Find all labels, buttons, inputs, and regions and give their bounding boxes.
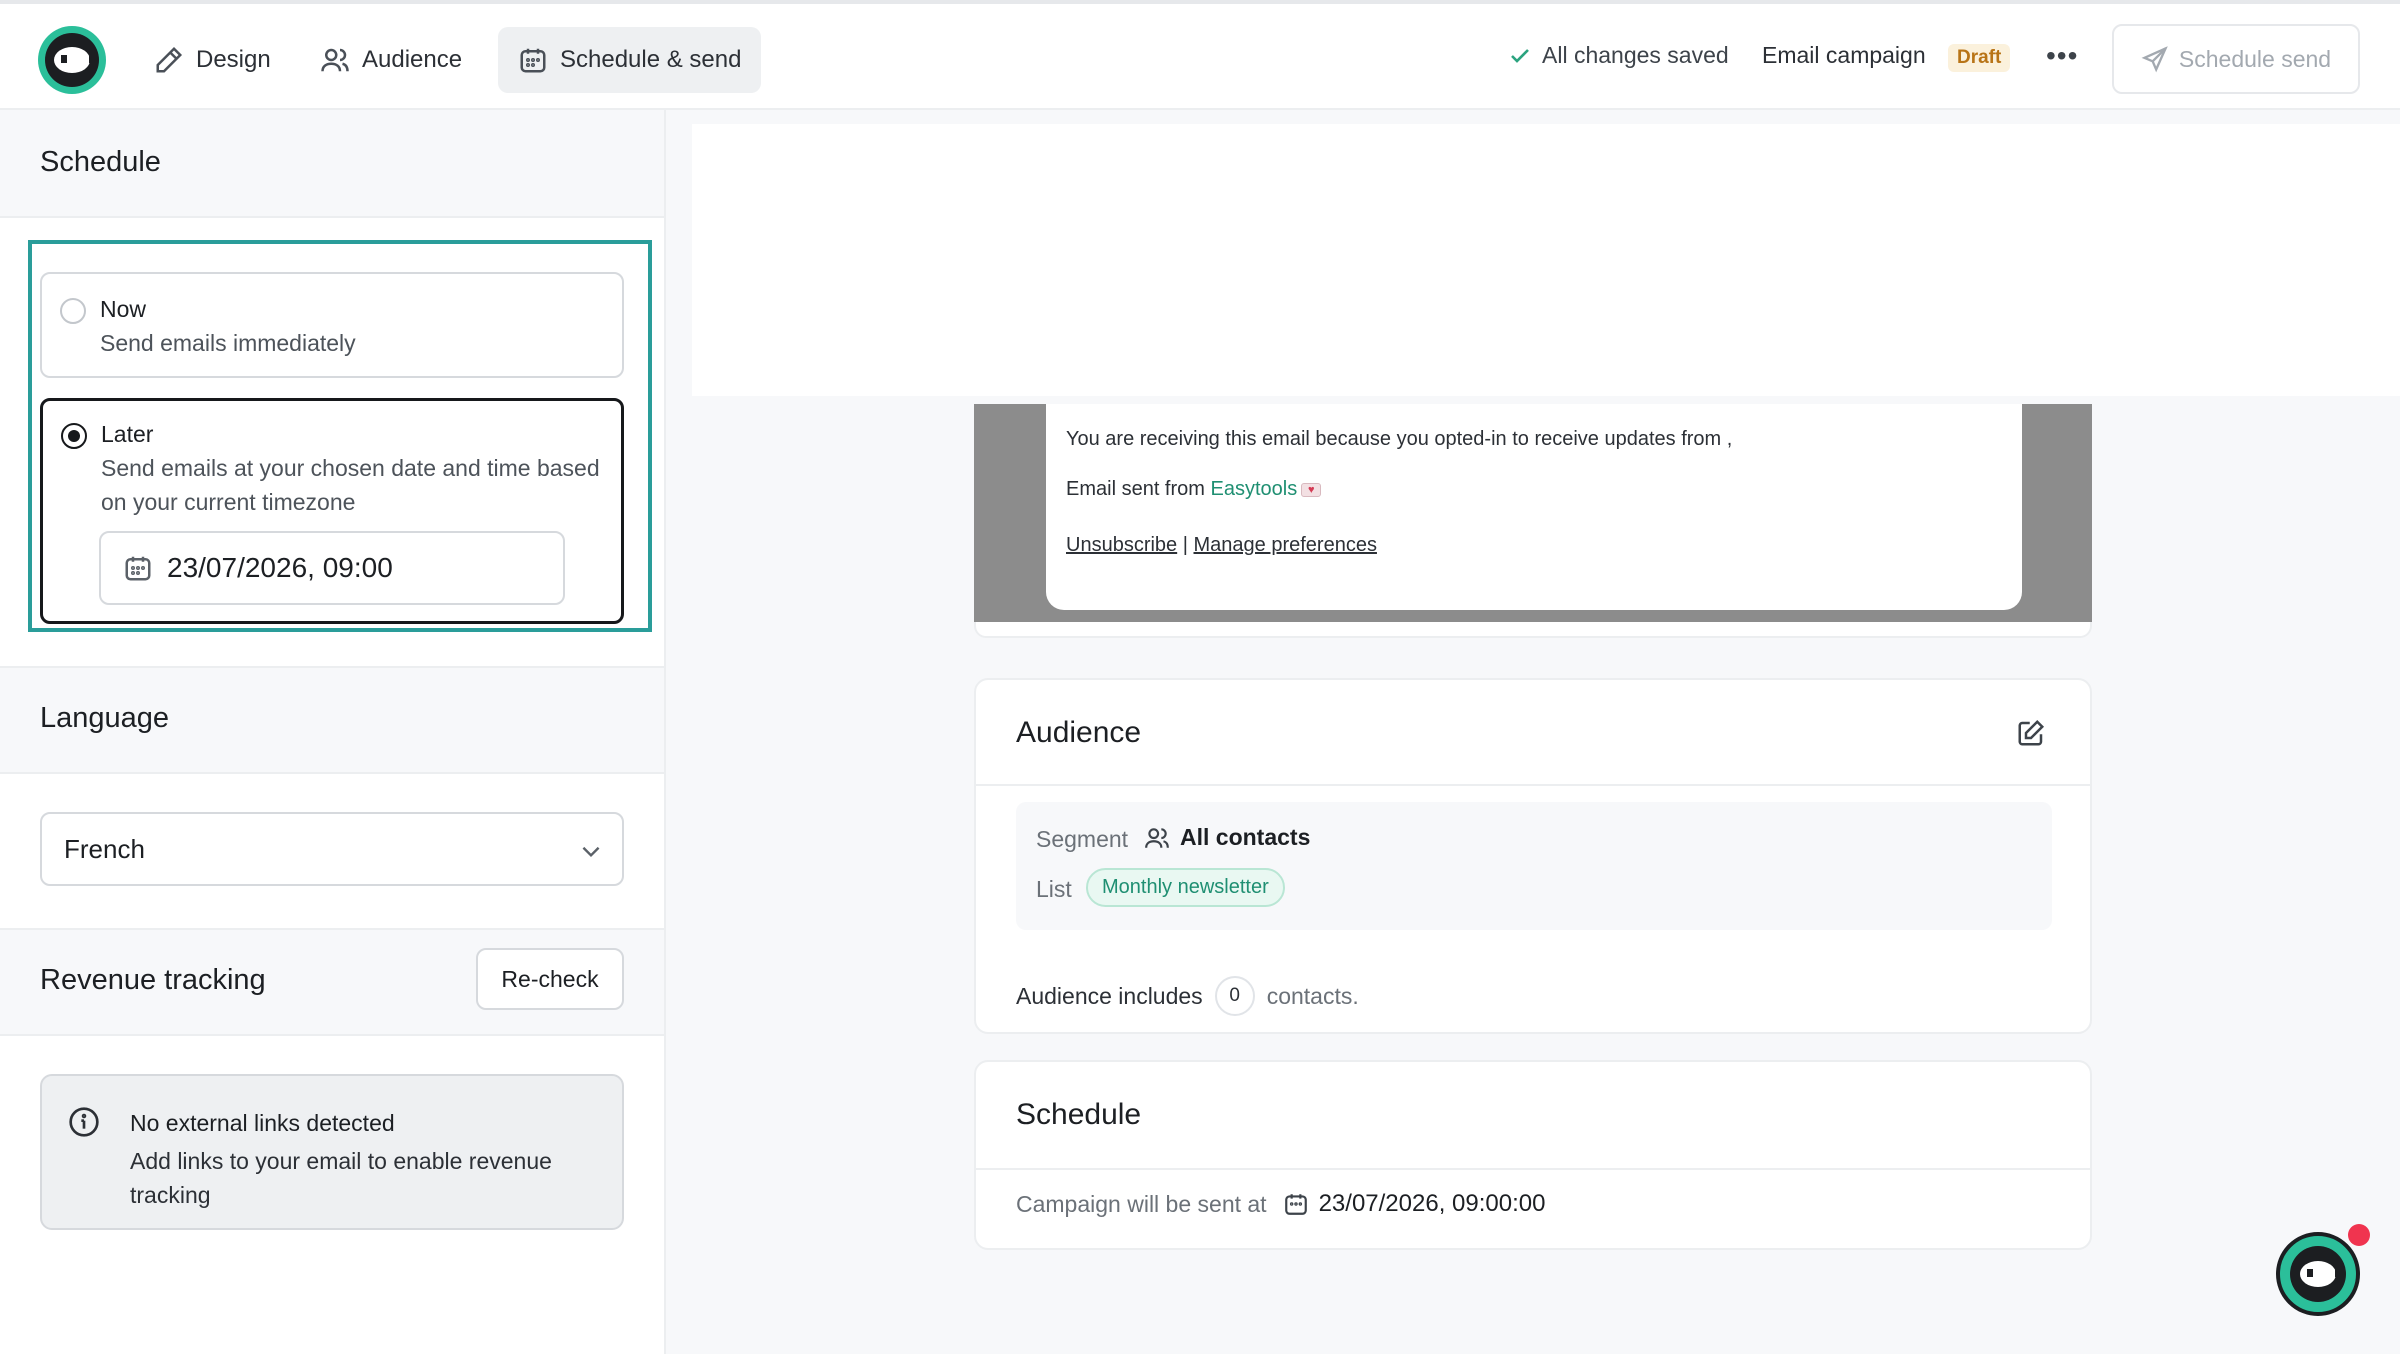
segment-value: All contacts [1144,824,1310,851]
audience-includes-prefix: Audience includes [1016,982,1203,1009]
send-icon [2141,46,2168,73]
envelope-heart-icon: ♥ [1301,482,1322,497]
logo-icon[interactable] [38,26,106,94]
calendar-icon [520,48,546,73]
audience-count-badge: 0 [1214,976,1255,1016]
schedule-card: Schedule Campaign will be sent at 23/07/… [974,1060,2092,1250]
schedule-section-header: Schedule [0,110,664,218]
audience-card-title: Audience [1016,716,1142,749]
revenue-info-box: No external links detected Add links to … [40,1074,624,1230]
option-later-description: Send emails at your chosen date and time… [101,455,600,515]
save-status-text: All changes saved [1542,42,1729,68]
schedule-sent-at-line: Campaign will be sent at 23/07/2026, 09:… [1016,1190,1545,1218]
radio-now[interactable] [60,298,86,324]
schedule-send-label: Schedule send [2178,45,2332,72]
notification-dot [2348,1224,2370,1246]
unsubscribe-link[interactable]: Unsubscribe [1066,534,1177,556]
option-later-title: Later [101,421,154,447]
recheck-button[interactable]: Re-check [476,948,624,1010]
calendar-icon [1284,1194,1307,1215]
save-status: All changes saved [1508,42,1729,69]
sent-at-label: Campaign will be sent at [1016,1190,1267,1217]
email-links: Unsubscribe | Manage preferences [1066,534,1377,557]
email-footer-card: You are receiving this email because you… [1046,404,2022,610]
schedule-option-now[interactable]: Now Send emails immediately [40,272,624,378]
segment-box: Segment All contacts List Monthly newsle… [1016,802,2052,930]
preview-bottom-edge [974,622,2092,638]
chevron-down-icon [582,846,600,858]
schedule-card-header: Schedule [976,1062,2090,1170]
tab-schedule-send[interactable]: Schedule & send [498,27,762,93]
audience-includes-suffix: contacts. [1266,982,1359,1009]
segment-label: Segment [1036,826,1129,852]
schedule-send-button[interactable]: Schedule send [2112,24,2360,94]
tab-audience-label: Audience [362,46,463,73]
datetime-value: 23/07/2026, 09:00 [167,552,393,583]
more-options-button[interactable]: ••• [2046,40,2078,72]
email-preview-footer: You are receiving this email because you… [974,404,2092,622]
users-icon [321,48,349,72]
tab-design[interactable]: Design [134,27,291,93]
check-icon [1511,48,1529,63]
datetime-picker[interactable]: 23/07/2026, 09:00 [99,531,565,605]
status-badge: Draft [1948,44,2011,72]
tab-design-label: Design [196,46,271,73]
list-tag: Monthly newsletter [1086,868,1285,907]
link-separator: | [1182,534,1188,556]
language-selected-value: French [64,833,145,864]
sent-from-prefix: Email sent from [1066,478,1211,500]
users-icon [1145,827,1169,848]
sent-at-value: 23/07/2026, 09:00:00 [1283,1190,1546,1218]
campaign-type: Email campaign [1762,42,1926,68]
email-optin-text: You are receiving this email because you… [1066,428,1733,450]
email-preview-area [692,124,2400,396]
revenue-info-description: Add links to your email to enable revenu… [130,1148,552,1208]
email-sent-from: Email sent from Easytools ♥ [1066,478,1322,501]
schedule-section-title: Schedule [40,146,161,178]
list-label: List [1036,876,1072,902]
calendar-icon [125,556,151,581]
option-now-title: Now [100,296,147,322]
audience-card-header: Audience [976,680,2090,786]
option-now-description: Send emails immediately [100,330,356,356]
sent-at-value-text: 23/07/2026, 09:00:00 [1318,1190,1546,1217]
sender-link[interactable]: Easytools [1210,478,1297,500]
edit-icon[interactable] [2016,718,2046,748]
segment-value-text: All contacts [1180,824,1311,850]
schedule-card-title: Schedule [1016,1098,1142,1131]
language-section-header: Language [0,666,664,774]
info-icon [69,1107,99,1137]
language-section-title: Language [40,702,170,734]
main-content: You are receiving this email because you… [666,110,2400,1354]
schedule-option-later[interactable]: Later Send emails at your chosen date an… [40,398,624,624]
pen-icon [156,46,183,73]
revenue-info-title: No external links detected [130,1110,395,1136]
revenue-section-title: Revenue tracking [40,964,266,996]
tab-audience[interactable]: Audience [300,27,482,93]
tab-schedule-send-label: Schedule & send [560,46,742,73]
language-select[interactable]: French [40,812,624,886]
manage-preferences-link[interactable]: Manage preferences [1194,534,1377,556]
audience-card: Audience Segment All contacts List Month… [974,678,2092,1034]
chat-launcher-button[interactable] [2276,1232,2360,1316]
radio-later[interactable] [61,423,87,449]
sidebar: Schedule Now Send emails immediately Lat… [0,110,666,1354]
audience-count-line: Audience includes 0 contacts. [1016,976,1359,1016]
top-bar: Design Audience Schedule & send All chan… [0,0,2400,110]
